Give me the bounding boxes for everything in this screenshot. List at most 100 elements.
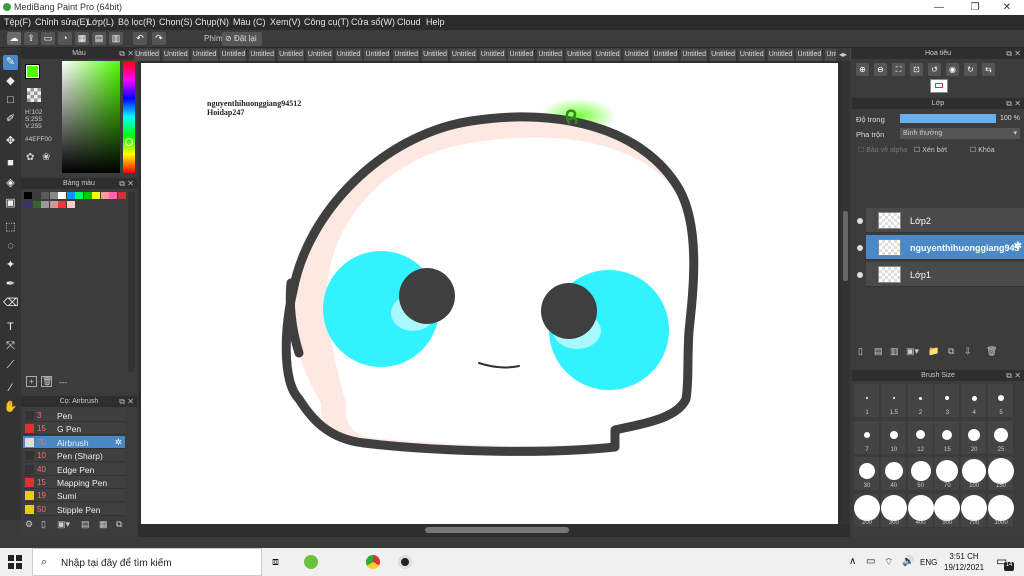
gradient-tool-icon[interactable]: ▣ bbox=[3, 196, 18, 211]
comment-icon[interactable]: ◔ bbox=[58, 32, 72, 45]
clock[interactable]: 3:51 CH 19/12/2021 bbox=[944, 551, 984, 573]
menu-item-0[interactable]: Tệp(F) bbox=[4, 17, 31, 27]
document-tab[interactable]: Untitled bbox=[738, 49, 766, 61]
palette-swatch[interactable] bbox=[32, 200, 41, 208]
canvas-vertical-scrollbar[interactable] bbox=[841, 61, 850, 524]
pen-tool-icon[interactable]: ✐ bbox=[3, 112, 18, 127]
task-view-icon[interactable]: ⧈ bbox=[272, 556, 279, 569]
document-tab[interactable]: Untitled bbox=[278, 49, 305, 61]
layer-visibility-icon[interactable] bbox=[857, 218, 863, 224]
layer-visibility-icon[interactable] bbox=[857, 245, 863, 251]
new-layer-icon[interactable]: ▯ bbox=[858, 346, 863, 357]
document-tab[interactable]: Untitled bbox=[796, 49, 824, 61]
brush-size-option[interactable]: 10 bbox=[880, 420, 907, 455]
brush-size-option[interactable]: 12 bbox=[907, 420, 934, 455]
document-tab[interactable]: Untitled bbox=[566, 49, 593, 61]
brush-size-option[interactable]: 30 bbox=[854, 457, 880, 491]
eraser-tool-icon[interactable]: ◆ bbox=[3, 74, 18, 89]
upload-icon[interactable]: ⇪ bbox=[24, 32, 38, 45]
brush-menu-icon[interactable]: ⧉ bbox=[116, 519, 122, 530]
brush-size-option[interactable]: 25 bbox=[988, 420, 1014, 455]
cloud-icon[interactable]: ☁ bbox=[7, 32, 21, 45]
canvas-horizontal-scrollbar[interactable] bbox=[138, 524, 850, 537]
brush-item[interactable]: 15 Mapping Pen bbox=[23, 476, 125, 489]
layer-row[interactable]: Lớp1 bbox=[866, 262, 1024, 287]
hand-tool-icon[interactable]: ✋ bbox=[3, 400, 18, 415]
new-layer-halftone-icon[interactable]: ▤ bbox=[874, 346, 883, 357]
transparent-color-swatch[interactable] bbox=[27, 88, 41, 102]
palette-swatch[interactable] bbox=[24, 200, 32, 208]
gear-icon[interactable]: ✲ bbox=[1014, 241, 1022, 252]
document-tab[interactable]: Untitled bbox=[537, 49, 565, 61]
rotate-left-icon[interactable]: ↺ bbox=[928, 63, 941, 76]
eyedropper-icon[interactable]: ⁄ bbox=[3, 381, 18, 396]
brush-item[interactable]: 40 Edge Pen bbox=[23, 462, 125, 476]
menu-item-11[interactable]: Help bbox=[426, 17, 445, 27]
close-button[interactable]: ✕ bbox=[990, 0, 1024, 15]
brush-size-option[interactable]: 4 bbox=[961, 384, 988, 418]
tab-scroll-arrows[interactable]: ◂▸ bbox=[836, 48, 850, 61]
brush-size-option[interactable]: 150 bbox=[988, 457, 1014, 491]
brush-tool-icon[interactable]: ✎ bbox=[3, 55, 18, 70]
document-tab[interactable]: Untitled bbox=[422, 49, 449, 61]
document-tab[interactable]: Untitled bbox=[335, 49, 363, 61]
layer-row[interactable]: Lớp2 bbox=[866, 208, 1024, 233]
palette-swatch[interactable] bbox=[49, 192, 58, 199]
new-layer-menu-icon[interactable]: ▣▾ bbox=[906, 346, 919, 357]
divide-tool-icon[interactable]: ⟋ bbox=[3, 358, 18, 373]
menu-item-3[interactable]: Bộ lọc(R) bbox=[118, 17, 156, 27]
brush-settings-icon[interactable]: ⚙ bbox=[25, 519, 33, 530]
palette-swatch[interactable] bbox=[109, 192, 117, 199]
palette-swatch[interactable] bbox=[66, 192, 75, 199]
menu-item-7[interactable]: Xem(V) bbox=[270, 17, 301, 27]
palette-swatch[interactable] bbox=[41, 200, 49, 208]
brush-item[interactable]: 10 Pen (Sharp) bbox=[23, 449, 125, 463]
brush-item[interactable]: 3 Pen bbox=[23, 409, 125, 422]
document-tab[interactable]: Untitled bbox=[681, 49, 709, 61]
document-tab[interactable]: Untitled bbox=[249, 49, 277, 61]
palette-swatch[interactable] bbox=[24, 192, 32, 199]
brush-size-option[interactable]: 15 bbox=[934, 420, 961, 455]
protect-alpha-checkbox[interactable]: ☐ Bảo vệ alpha bbox=[858, 146, 907, 154]
actual-size-icon[interactable]: ⊡ bbox=[910, 63, 923, 76]
layer-visibility-icon[interactable] bbox=[857, 272, 863, 278]
blend-mode-select[interactable]: Bình thường ▾ bbox=[900, 128, 1020, 139]
text-tool-icon[interactable]: T bbox=[3, 320, 18, 335]
reset-rotation-icon[interactable]: ◉ bbox=[946, 63, 959, 76]
menu-item-8[interactable]: Công cụ(T) bbox=[304, 17, 349, 27]
palette-swatch[interactable] bbox=[75, 192, 83, 199]
document-tab[interactable]: Untitled bbox=[623, 49, 651, 61]
new-brush-icon[interactable]: ▯ bbox=[41, 519, 46, 530]
menu-item-6[interactable]: Màu (C) bbox=[233, 17, 266, 27]
move-tool-icon[interactable]: ✥ bbox=[3, 134, 18, 149]
document-tab[interactable]: Untitled bbox=[191, 49, 219, 61]
menu-item-5[interactable]: Chụp(N) bbox=[195, 17, 229, 27]
palette-swatch[interactable] bbox=[58, 200, 66, 208]
select-pen-icon[interactable]: ✒ bbox=[3, 277, 18, 292]
chrome-taskbar-icon[interactable] bbox=[366, 555, 380, 569]
grid-icon[interactable]: ▦ bbox=[75, 32, 89, 45]
document-tab[interactable]: Untitled bbox=[594, 49, 622, 61]
battery-icon[interactable]: ▭ bbox=[866, 556, 875, 567]
lock-checkbox[interactable]: ☐ Khóa bbox=[970, 146, 995, 154]
network-icon[interactable]: ⌔ bbox=[884, 556, 893, 569]
menu-item-1[interactable]: Chỉnh sửa(E) bbox=[35, 17, 89, 27]
reset-button[interactable]: ⊘ Đặt lại bbox=[222, 32, 262, 46]
menu-item-4[interactable]: Chọn(S) bbox=[159, 17, 193, 27]
maximize-button[interactable]: ❐ bbox=[958, 0, 992, 15]
taskbar-search-box[interactable]: ⌕ Nhập tại đây để tìm kiếm bbox=[32, 548, 262, 576]
select-tool-icon[interactable]: ⬚ bbox=[3, 220, 18, 235]
brush-size-option[interactable]: 1.5 bbox=[880, 384, 907, 418]
foreground-color-swatch[interactable] bbox=[26, 65, 39, 78]
brush-size-option[interactable]: 7 bbox=[854, 420, 880, 455]
windows-start-icon[interactable] bbox=[8, 555, 22, 569]
document-tab[interactable]: Untitled bbox=[306, 49, 334, 61]
saturation-value-picker[interactable] bbox=[62, 61, 120, 173]
brush-item[interactable]: 50 Stipple Pen bbox=[23, 502, 125, 516]
document-tab[interactable]: Untitled bbox=[450, 49, 478, 61]
palette-swatch[interactable] bbox=[92, 192, 100, 199]
brush-item[interactable]: 70 Airbrush ✲ bbox=[23, 435, 125, 449]
layer-row[interactable]: nguyenthihuonggiang94512 ✲ bbox=[866, 235, 1024, 260]
navigator-thumbnail[interactable] bbox=[930, 79, 948, 93]
brush-size-option[interactable]: 70 bbox=[934, 457, 961, 491]
